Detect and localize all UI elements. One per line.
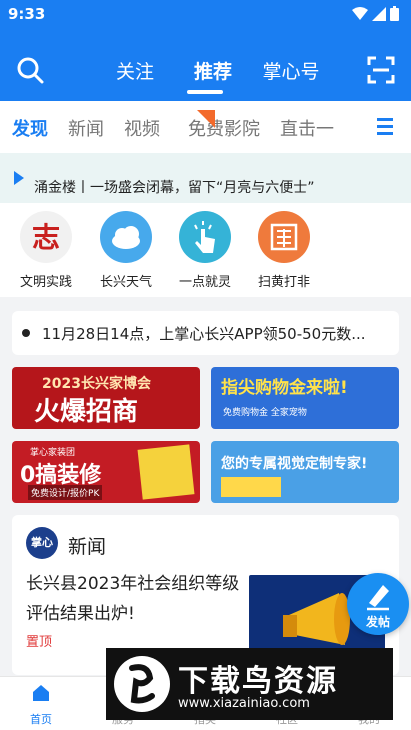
status-time: 9:33 (8, 5, 46, 23)
nav-home-label: 首页 (30, 713, 52, 726)
banner-visual-line1: 您的专属视觉定制专家! (221, 456, 368, 472)
category-video[interactable]: 视频 (124, 115, 160, 141)
pen-icon (367, 585, 389, 611)
pinned-badge: 置顶 (26, 635, 53, 650)
notice-text: 涌金楼丨一场盛会闭幕，留下“月亮与六便士” (34, 180, 315, 196)
announcement-ticker[interactable]: 11月28日14点，上掌心长兴APP领50-50元数... (12, 311, 399, 355)
watermark-url: www.xiazainiao.com (178, 696, 310, 711)
search-icon[interactable] (16, 56, 44, 84)
banner-expo-line1: 2023长兴家博会 (42, 376, 151, 392)
category-live[interactable]: 直击一 (280, 115, 334, 141)
news-headline[interactable]: 长兴县2023年社会组织等级评估结果出炉! (26, 569, 240, 629)
tap-icon (179, 211, 231, 263)
quick-links: 志 文明实践 长兴天气 一点就灵 扫黄打非 (0, 203, 411, 297)
quick-link-civilization[interactable]: 志 文明实践 (6, 211, 86, 290)
banner-expo[interactable]: 2023长兴家博会 火爆招商 (12, 367, 200, 429)
category-free-cinema[interactable]: 免费影院 (188, 115, 260, 141)
banner-shopping-line2: 免费购物金 全家宠物 (223, 408, 307, 418)
tab-zhangxinhao[interactable]: 掌心号 (252, 57, 330, 84)
weather-icon (100, 211, 152, 263)
watermark-title: 下载鸟资源 (178, 664, 338, 699)
wifi-icon (352, 7, 368, 20)
anti-pornography-icon (258, 211, 310, 263)
banner-visual-sticker (221, 477, 281, 497)
quick-link-label: 一点就灵 (178, 275, 231, 290)
watermark-logo-icon (114, 656, 170, 712)
banner-decoration-line3: 免费设计/报价PK (28, 485, 103, 500)
svg-text:志: 志 (32, 221, 60, 254)
category-news[interactable]: 新闻 (68, 115, 104, 141)
quick-link-anti-porn[interactable]: 扫黄打非 (244, 211, 324, 290)
quick-link-weather[interactable]: 长兴天气 (86, 211, 166, 290)
status-icons (352, 6, 399, 21)
post-button-label: 发帖 (365, 615, 390, 629)
banner-decoration[interactable]: 掌心家装团 0搞装修 免费设计/报价PK (12, 441, 200, 503)
active-tab-indicator (187, 90, 223, 94)
bullet-icon (22, 329, 30, 337)
watermark-overlay: 下载鸟资源 www.xiazainiao.com (106, 648, 393, 720)
quick-link-label: 长兴天气 (99, 275, 152, 290)
menu-icon[interactable] (377, 117, 393, 135)
category-bar: 发现 新闻 视频 免费影院 直击一 (0, 101, 411, 254)
signal-icon (372, 6, 386, 21)
banner-visual[interactable]: 您的专属视觉定制专家! (211, 441, 399, 503)
ticker-text: 11月28日14点，上掌心长兴APP领50-50元数... (42, 325, 366, 343)
civilization-icon: 志 (20, 211, 72, 263)
nav-home[interactable]: 首页 (6, 683, 76, 727)
tab-follow[interactable]: 关注 (96, 57, 174, 84)
battery-icon (390, 6, 399, 21)
play-icon (14, 171, 24, 185)
quick-link-label: 扫黄打非 (257, 275, 310, 290)
notice-bar[interactable]: 涌金楼丨一场盛会闭幕，留下“月亮与六便士” (0, 153, 411, 203)
tab-recommend[interactable]: 推荐 (174, 57, 252, 84)
scan-icon[interactable] (367, 56, 395, 84)
banner-shopping-line1: 指尖购物金来啦! (221, 378, 348, 398)
quick-link-tap[interactable]: 一点就灵 (165, 211, 245, 290)
news-section-title: 新闻 (68, 536, 107, 558)
banner-shopping[interactable]: 指尖购物金来啦! 免费购物金 全家宠物 (211, 367, 399, 429)
top-tabs: 关注 推荐 掌心号 (96, 57, 330, 84)
zhangxin-logo-icon: 掌心 (26, 527, 58, 559)
banner-expo-line2: 火爆招商 (34, 397, 139, 427)
home-icon (33, 685, 49, 701)
top-header: 9:33 关注 推荐 掌心号 (0, 0, 411, 101)
quick-link-label: 文明实践 (19, 275, 72, 290)
category-discover[interactable]: 发现 (12, 115, 48, 141)
post-button[interactable]: 发帖 (347, 573, 409, 635)
banner-decoration-sticker (137, 444, 195, 500)
